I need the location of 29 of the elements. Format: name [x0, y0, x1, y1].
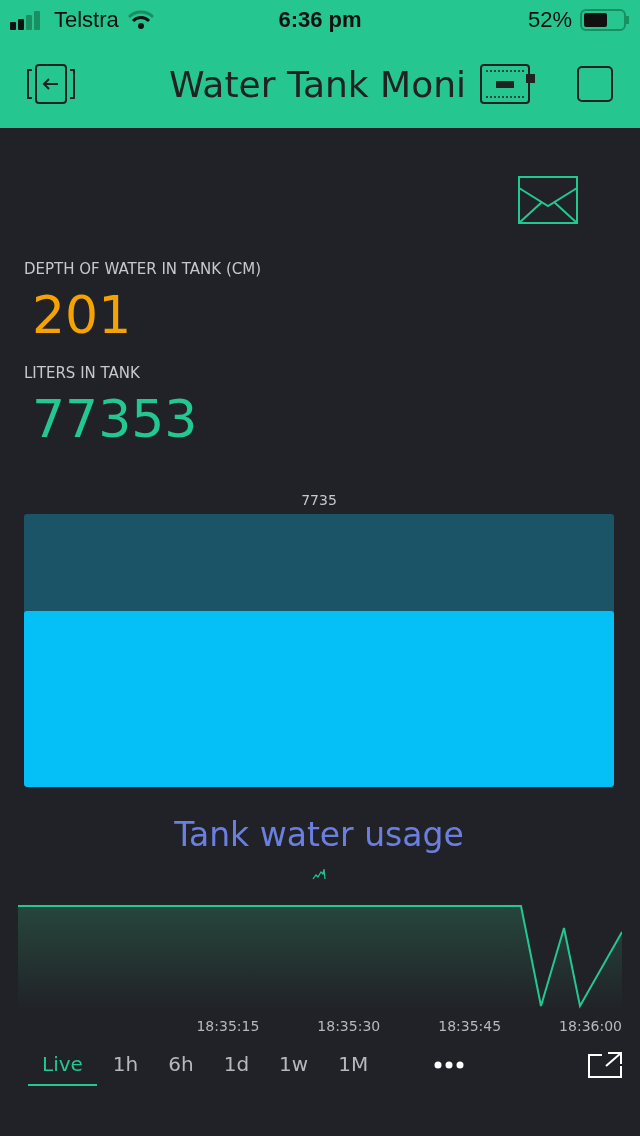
display-value: 201: [31, 284, 133, 347]
expand-icon[interactable]: [588, 1052, 622, 1078]
battery-percent: 52%: [527, 7, 572, 33]
battery-icon: [580, 9, 630, 31]
x-axis-label: 18:35:45: [438, 1018, 502, 1034]
mail-icon[interactable]: [518, 176, 578, 224]
device-board-icon[interactable]: [480, 64, 536, 104]
display-label: DEPTH OF WATER IN TANK (CM): [24, 260, 263, 278]
display-value: 77353: [31, 388, 199, 451]
x-axis-label: 18:35:30: [317, 1018, 381, 1034]
level-reading: 7735: [301, 492, 337, 508]
period-tab[interactable]: 1d: [209, 1044, 264, 1086]
app-title: Water Tank Moni: [168, 63, 466, 105]
period-tab[interactable]: 1w: [265, 1044, 323, 1086]
stop-square-icon[interactable]: [576, 65, 614, 103]
chart-icon: [312, 868, 326, 880]
period-tab[interactable]: Live: [28, 1044, 97, 1086]
back-icon[interactable]: [26, 64, 76, 104]
x-axis-label: 18:36:00: [559, 1018, 622, 1034]
status-time: 6:36 pm: [278, 7, 362, 33]
carrier-name: Telstra: [54, 7, 119, 33]
chart-title: Tank water usage: [174, 815, 464, 854]
x-axis-label: 18:35:15: [196, 1018, 260, 1034]
display-label: LITERS IN TANK: [24, 364, 141, 382]
period-tab[interactable]: 1h: [98, 1044, 153, 1086]
period-tab[interactable]: 6h: [154, 1044, 208, 1086]
more-icon[interactable]: [434, 1061, 465, 1069]
wifi-icon: [126, 10, 155, 30]
period-tab[interactable]: 1M: [324, 1044, 383, 1086]
